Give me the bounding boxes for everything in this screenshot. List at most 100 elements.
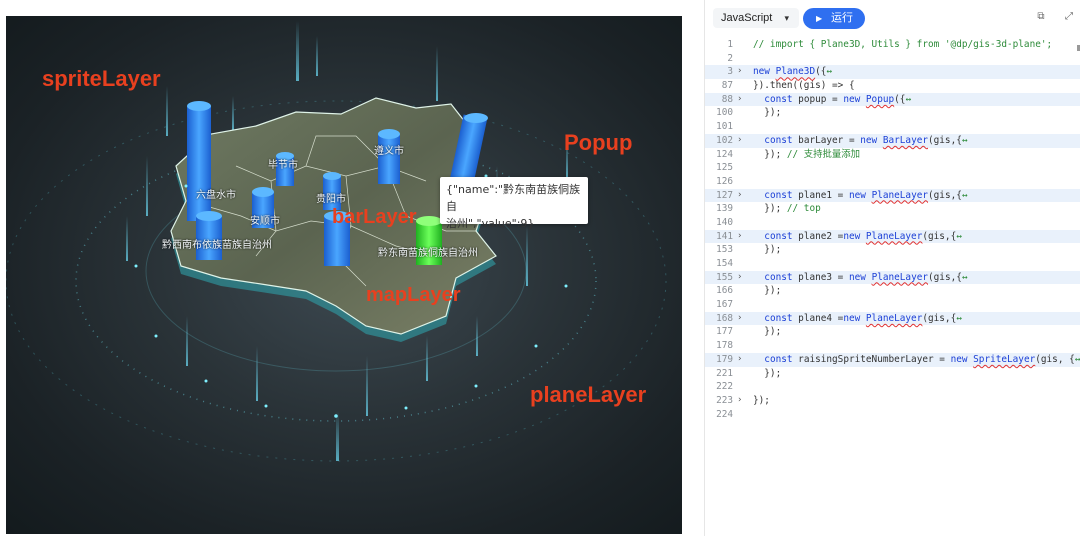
code-token: Popup [865, 93, 895, 105]
code-token: const [764, 312, 799, 324]
sprite-layer-label: spriteLayer [42, 66, 161, 91]
code-line[interactable]: 140 [705, 216, 1080, 230]
fold-chevron-icon[interactable]: › [737, 93, 742, 107]
code-token: (gis,{ [928, 189, 962, 201]
city-label-anshun: 安顺市 [250, 216, 280, 227]
code-line[interactable]: 224 [705, 408, 1080, 422]
code-text: // import { Plane3D, Utils } from '@dp/g… [753, 38, 1052, 52]
copy-icon[interactable]: ⧉ [1035, 11, 1047, 23]
code-token: const [764, 271, 799, 283]
code-line[interactable]: 87}).then((gis) => { [705, 79, 1080, 93]
code-text: const plane1 = new PlaneLayer(gis,{↔ [753, 189, 967, 203]
code-line[interactable]: 154 [705, 257, 1080, 271]
line-number: 167 [716, 299, 733, 311]
code-line[interactable]: 177 }); [705, 325, 1080, 339]
code-line[interactable]: 155 › const plane3 = new PlaneLayer(gis,{… [705, 270, 1080, 285]
line-number: 140 [716, 216, 733, 228]
play-icon: ▶ [816, 14, 823, 23]
code-token: // top [786, 203, 821, 215]
code-text: const raisingSpriteNumberLayer = new Spr… [753, 353, 1080, 367]
code-line[interactable]: 127 › const plane1 = new PlaneLayer(gis,{… [705, 188, 1080, 203]
fold-chevron-icon[interactable]: › [737, 353, 742, 367]
code-line[interactable]: 178 [705, 339, 1080, 353]
line-number: 124 [716, 148, 733, 160]
code-line[interactable]: 101 [705, 120, 1080, 134]
code-token: new [860, 134, 883, 146]
code-token: }); [753, 326, 782, 338]
code-token: new [843, 230, 866, 242]
code-line[interactable]: 102 › const barLayer = new BarLayer(gis,{… [705, 133, 1080, 148]
run-button[interactable]: ▶ 运行 [803, 8, 865, 29]
code-line[interactable]: 179 › const raisingSpriteNumberLayer = ne… [705, 352, 1080, 367]
code-line[interactable]: 2 [705, 52, 1080, 66]
code-line[interactable]: 167 [705, 298, 1080, 312]
code-token: ↔ [961, 134, 968, 146]
code-line[interactable]: 1 // import { Plane3D, Utils } from '@dp/… [705, 38, 1080, 52]
fold-chevron-icon[interactable]: › [737, 230, 742, 244]
code-line[interactable]: 141 › const plane2 =new PlaneLayer(gis,{↔ [705, 229, 1080, 244]
map-viewport[interactable]: spriteLayer Popup barLayer mapLayer plan… [6, 16, 682, 534]
code-line[interactable]: 100 }); [705, 106, 1080, 120]
city-label-bijie: 毕节市 [268, 160, 298, 171]
code-token: plane3 = [798, 271, 849, 283]
code-token: plane2 = [798, 230, 844, 242]
code-token: const [764, 93, 799, 105]
run-button-label: 运行 [831, 12, 853, 24]
code-line[interactable]: 166 }); [705, 284, 1080, 298]
line-number: 127 [716, 189, 733, 201]
code-token: PlaneLayer [871, 189, 929, 201]
code-line[interactable]: 124 }); // 支持批量添加 [705, 148, 1080, 162]
fullscreen-icon[interactable]: ⤢ [1063, 11, 1075, 23]
fold-chevron-icon[interactable]: › [737, 189, 742, 203]
code-token: ↔ [905, 93, 912, 105]
code-token: Plane3D [775, 66, 816, 78]
code-token: (gis,{ [928, 134, 962, 146]
code-text: }); [753, 284, 781, 298]
fold-chevron-icon[interactable]: › [737, 65, 742, 79]
code-line[interactable]: 3 › new Plane3D({↔ [705, 65, 1080, 80]
code-line[interactable]: 153 }); [705, 243, 1080, 257]
fold-chevron-icon[interactable]: › [737, 134, 742, 148]
code-line[interactable]: 222 [705, 380, 1080, 394]
code-line[interactable]: 223 ›}); [705, 394, 1080, 408]
code-line[interactable]: 139 }); // top [705, 202, 1080, 216]
code-token: }); [753, 285, 782, 297]
code-area[interactable]: 1 // import { Plane3D, Utils } from '@dp/… [705, 38, 1080, 421]
line-number: 222 [716, 381, 733, 393]
code-line[interactable]: 88 › const popup = new Popup({↔ [705, 92, 1080, 107]
code-line[interactable]: 126 [705, 175, 1080, 189]
city-label-guiyang: 贵阳市 [316, 194, 346, 205]
fold-chevron-icon[interactable]: › [737, 271, 742, 285]
code-token: ↔ [1074, 353, 1080, 365]
code-token: new [950, 353, 974, 365]
code-token: }); [753, 203, 787, 215]
line-number: 125 [716, 162, 733, 174]
language-select[interactable]: JavaScript ▾ [713, 8, 799, 28]
bar-layer-label: barLayer [332, 206, 417, 228]
code-token: PlaneLayer [865, 230, 923, 242]
line-number: 100 [716, 107, 733, 119]
plane-layer-label: planeLayer [530, 382, 647, 407]
line-number: 101 [716, 121, 733, 133]
code-token: plane1 = [798, 189, 849, 201]
code-line[interactable]: 168 › const plane4 =new PlaneLayer(gis,{↔ [705, 311, 1080, 326]
code-text: }); // 支持批量添加 [753, 148, 860, 162]
code-token: }); [753, 107, 782, 119]
code-line[interactable]: 221 }); [705, 367, 1080, 381]
code-text: new Plane3D({↔ [753, 65, 832, 79]
code-token: // import { Plane3D, Utils } from '@dp/g… [753, 39, 1053, 50]
code-token: SpriteLayer [973, 353, 1036, 365]
fold-chevron-icon[interactable]: › [737, 394, 742, 408]
code-token: new [848, 189, 872, 201]
chevron-down-icon: ▾ [784, 13, 789, 23]
fold-chevron-icon[interactable]: › [737, 312, 742, 326]
code-token: }).then((gis) => { [753, 80, 855, 92]
code-token: const [764, 353, 799, 365]
code-token: ↔ [956, 230, 962, 242]
code-line[interactable]: 125 [705, 161, 1080, 175]
popup-label: Popup [564, 130, 633, 155]
